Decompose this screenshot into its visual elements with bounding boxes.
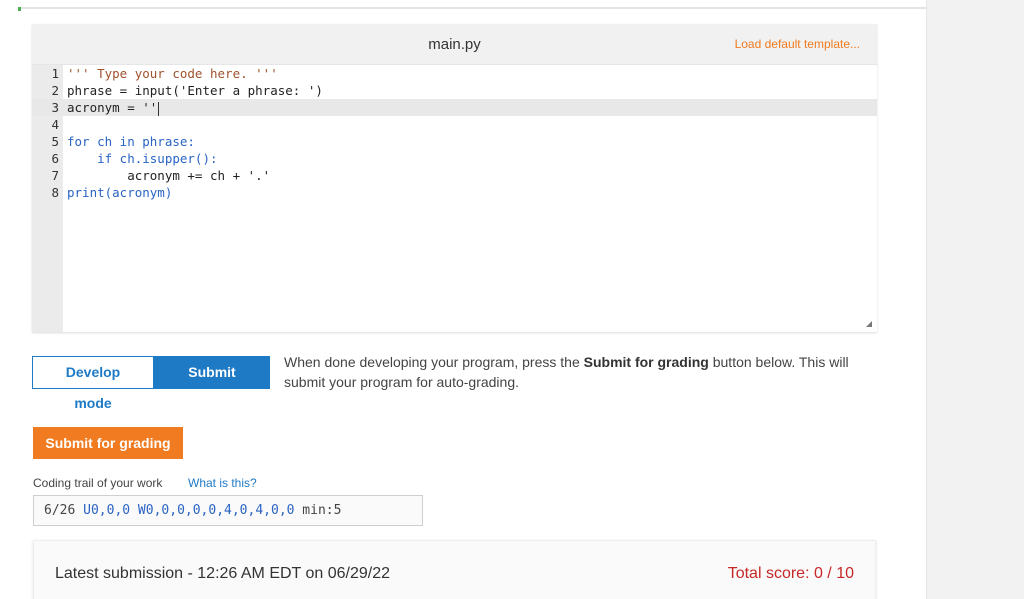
page: main.py Load default template... 1 ''' T… bbox=[0, 0, 1024, 599]
code-line: 6 if ch.isupper(): bbox=[32, 150, 877, 167]
code-text: for ch in phrase: bbox=[67, 134, 195, 149]
right-side-panel bbox=[926, 0, 1024, 599]
progress-marker bbox=[18, 7, 21, 11]
trail-u-values: U0,0,0 bbox=[83, 503, 131, 518]
code-text: ''' Type your code here. ''' bbox=[67, 66, 278, 81]
code-line: 1 ''' Type your code here. ''' bbox=[32, 65, 877, 82]
code-editor: main.py Load default template... 1 ''' T… bbox=[32, 24, 877, 332]
coding-trail-label: Coding trail of your work bbox=[33, 476, 163, 490]
code-line-active: 3 acronym = '' bbox=[32, 99, 877, 116]
line-number: 1 bbox=[51, 66, 59, 81]
code-area[interactable]: 1 ''' Type your code here. ''' 2 phrase … bbox=[32, 64, 877, 332]
total-score: Total score: 0 / 10 bbox=[727, 565, 854, 582]
line-number: 2 bbox=[51, 83, 59, 98]
code-line: 2 phrase = input('Enter a phrase: ') bbox=[32, 82, 877, 99]
coding-trail-box: 6/26 U0,0,0 W0,0,0,0,0,4,0,4,0,0 min:5 bbox=[33, 495, 423, 526]
latest-submission-text: Latest submission - 12:26 AM EDT on 06/2… bbox=[55, 565, 391, 582]
code-text: if ch.isupper(): bbox=[67, 151, 218, 166]
code-text: acronym += ch + '.' bbox=[67, 168, 271, 183]
code-text: print(acronym) bbox=[67, 185, 173, 200]
code-line: 7 acronym += ch + '.' bbox=[32, 167, 877, 184]
develop-mode-button[interactable]: Develop mode bbox=[32, 356, 154, 411]
code-line: 4 bbox=[32, 116, 877, 133]
resize-handle-icon[interactable] bbox=[866, 321, 872, 327]
line-number: 7 bbox=[51, 168, 59, 183]
latest-submission-card[interactable]: Latest submission - 12:26 AM EDT on 06/2… bbox=[33, 540, 876, 599]
line-number: 8 bbox=[51, 185, 59, 200]
text-cursor bbox=[158, 101, 160, 116]
mode-description-pre: When done developing your program, press… bbox=[284, 354, 584, 370]
mode-description-bold: Submit for grading bbox=[583, 354, 709, 370]
code-line: 5 for ch in phrase: bbox=[32, 133, 877, 150]
code-text: phrase = input('Enter a phrase: ') bbox=[67, 83, 323, 98]
trail-suffix: min:5 bbox=[294, 503, 342, 518]
line-number: 5 bbox=[51, 134, 59, 149]
code-text-content: acronym = '' bbox=[67, 100, 158, 115]
line-number: 3 bbox=[51, 100, 59, 115]
what-is-this-link[interactable]: What is this? bbox=[188, 476, 257, 490]
code-line: 8 print(acronym) bbox=[32, 184, 877, 201]
mode-description: When done developing your program, press… bbox=[284, 352, 864, 392]
top-divider bbox=[18, 7, 926, 9]
trail-prefix: 6/26 bbox=[44, 503, 84, 518]
line-number: 6 bbox=[51, 151, 59, 166]
load-default-template-link[interactable]: Load default template... bbox=[735, 37, 860, 51]
submit-mode-button[interactable]: Submit mode bbox=[154, 356, 270, 411]
submit-for-grading-button[interactable]: Submit for grading bbox=[33, 427, 183, 459]
line-number: 4 bbox=[51, 117, 59, 132]
trail-w-values: W0,0,0,0,0,4,0,4,0,0 bbox=[130, 503, 295, 518]
editor-header: main.py Load default template... bbox=[32, 24, 877, 64]
code-text: acronym = '' bbox=[67, 99, 160, 116]
mode-toggle: Develop mode Submit mode bbox=[32, 356, 270, 411]
